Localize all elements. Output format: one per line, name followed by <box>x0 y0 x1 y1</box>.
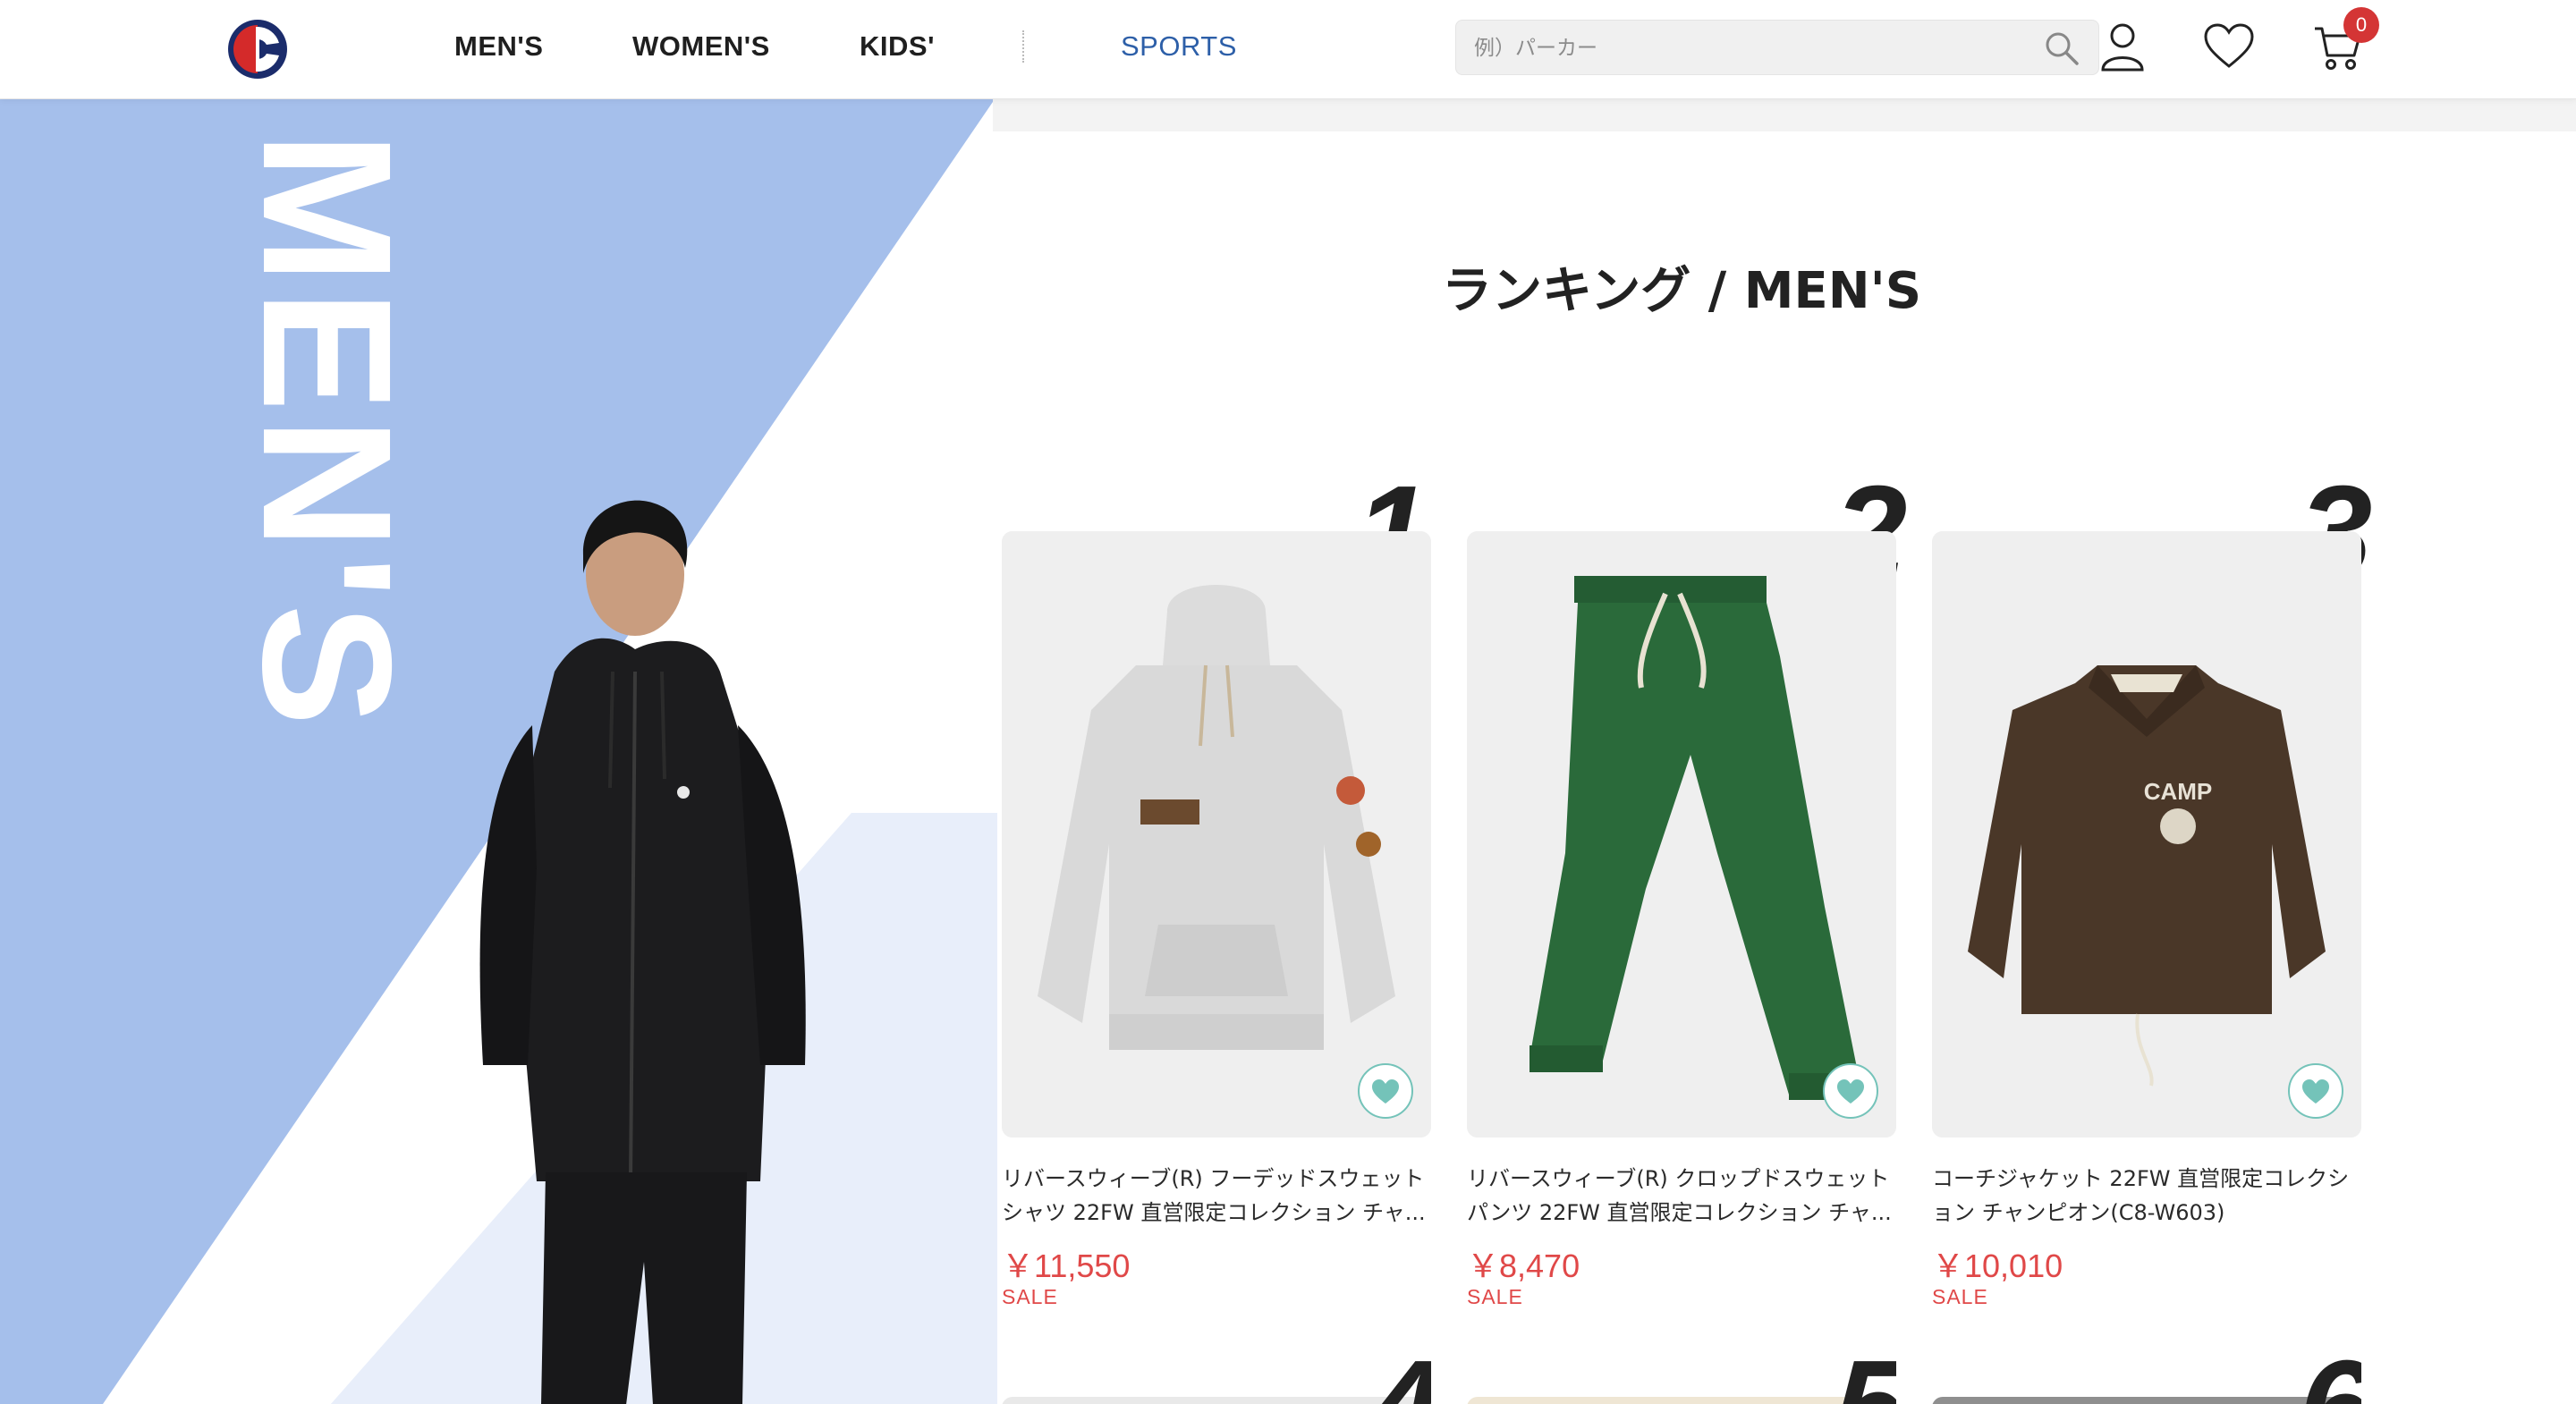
hoodie-image <box>1002 531 1431 1138</box>
product-name[interactable]: リバースウィーブ(R) フーデッドスウェットシャツ 22FW 直営限定コレクショ… <box>1002 1162 1440 1230</box>
favorite-button[interactable] <box>2288 1063 2343 1119</box>
ranking-section-title: ランキング / MEN'S <box>1441 262 1922 320</box>
product-image[interactable] <box>1002 531 1431 1138</box>
nav-womens[interactable]: WOMEN'S <box>632 30 770 63</box>
nav-sports[interactable]: SPORTS <box>1121 30 1237 63</box>
product-image[interactable] <box>1467 1397 1896 1404</box>
product-image[interactable]: CAMP <box>1932 531 2361 1138</box>
champion-logo[interactable] <box>213 18 302 80</box>
favorite-button[interactable] <box>1823 1063 1878 1119</box>
hero-vertical-title: MEN'S <box>225 131 429 732</box>
product-name[interactable]: リバースウィーブ(R) クロップドスウェットパンツ 22FW 直営限定コレクショ… <box>1467 1162 1905 1230</box>
hero-banner: MEN'S <box>0 99 997 1404</box>
sale-badge: SALE <box>1002 1285 1058 1308</box>
product-card-4-peek[interactable]: 4 <box>1002 1341 1431 1404</box>
product-price: ￥11,550 <box>1002 1248 1131 1284</box>
heart-icon <box>1372 1079 1399 1104</box>
nav-mens[interactable]: MEN'S <box>454 30 543 63</box>
top-strip <box>993 99 2576 131</box>
product-image[interactable] <box>1932 1397 2361 1404</box>
heart-icon <box>2302 1079 2329 1104</box>
product-image[interactable] <box>1467 531 1896 1138</box>
product-card-5-peek[interactable]: 5 <box>1467 1341 1896 1404</box>
rank-number: 4 <box>1368 1341 1431 1404</box>
product-card-6-peek[interactable]: 6 <box>1932 1341 2361 1404</box>
search-icon[interactable] <box>2043 30 2080 67</box>
site-header: MEN'S WOMEN'S KIDS' SPORTS 0 <box>0 0 2576 99</box>
rank-number: 6 <box>2299 1341 2361 1404</box>
svg-text:CAMP: CAMP <box>2144 778 2213 805</box>
favorites-heart-icon[interactable] <box>2202 20 2256 73</box>
nav-kids[interactable]: KIDS' <box>860 30 935 63</box>
model-photo <box>479 500 806 1404</box>
product-price: ￥8,470 <box>1467 1248 1580 1284</box>
cart-count-badge: 0 <box>2343 7 2379 43</box>
nav-divider <box>1022 30 1024 63</box>
rank-number: 5 <box>1834 1341 1896 1404</box>
product-name[interactable]: コーチジャケット 22FW 直営限定コレクション チャンピオン(C8-W603) <box>1932 1162 2370 1230</box>
search-input[interactable] <box>1472 21 2030 76</box>
product-price: ￥10,010 <box>1932 1248 2063 1284</box>
account-icon[interactable] <box>2096 20 2149 73</box>
pants-image <box>1467 531 1896 1138</box>
favorite-button[interactable] <box>1358 1063 1413 1119</box>
heart-icon <box>1837 1079 1864 1104</box>
product-image[interactable] <box>1002 1397 1431 1404</box>
sale-badge: SALE <box>1467 1285 1523 1308</box>
search-box <box>1455 20 2099 76</box>
coach-jacket-image: CAMP <box>1932 531 2361 1138</box>
sale-badge: SALE <box>1932 1285 1988 1308</box>
